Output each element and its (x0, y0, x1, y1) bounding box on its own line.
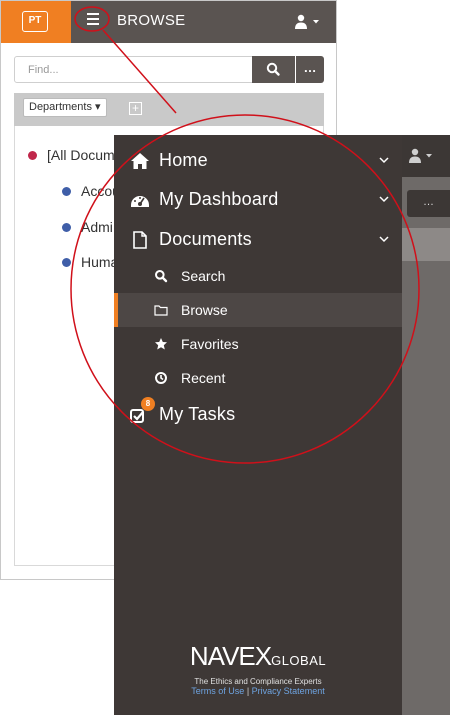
nav-subitem-favorites[interactable]: Favorites (114, 327, 402, 361)
nav-label: My Dashboard (159, 189, 279, 209)
nav-item-documents[interactable]: Documents (114, 220, 402, 260)
nav-item-my-tasks[interactable]: 8 My Tasks (114, 395, 402, 435)
menu-icon[interactable] (87, 13, 101, 27)
tree-dot (62, 223, 71, 232)
nav-label: Home (159, 150, 208, 170)
departments-dropdown[interactable]: Departments ▾ (23, 98, 107, 117)
logo-area[interactable]: PT (1, 1, 71, 43)
nav-subitem-recent[interactable]: Recent (114, 361, 402, 395)
folder-icon (154, 305, 168, 316)
brand-tagline: The Ethics and Compliance Experts (194, 677, 322, 686)
department-toolbar: Departments ▾ + (14, 93, 324, 126)
top-bar: PT BROWSE (1, 1, 336, 43)
search-input[interactable] (14, 56, 253, 83)
terms-link[interactable]: Terms of Use (191, 686, 244, 696)
nav-subitem-browse[interactable]: Browse (114, 293, 402, 327)
nav-subitem-search[interactable]: Search (114, 259, 402, 293)
nav-label: My Tasks (159, 404, 236, 424)
search-icon (155, 270, 168, 283)
brand-small: GLOBAL (271, 653, 327, 668)
document-icon (133, 231, 147, 249)
footer-separator: | (246, 686, 250, 696)
nav-label: Documents (159, 229, 252, 249)
nav-item-home[interactable]: Home (114, 141, 402, 181)
user-menu-icon[interactable] (293, 13, 323, 31)
nav-sublabel: Recent (181, 370, 226, 386)
more-options-button[interactable]: … (407, 190, 450, 217)
star-icon (155, 338, 167, 350)
tree-dot-root (28, 151, 37, 160)
privacy-link[interactable]: Privacy Statement (252, 686, 325, 696)
toolbar-strip (402, 228, 450, 261)
tasks-count-badge: 8 (141, 397, 155, 411)
brand-main: NAVEX (189, 641, 272, 671)
add-department-button[interactable]: + (129, 102, 142, 115)
chevron-down-icon (379, 236, 389, 243)
chevron-down-icon (379, 196, 389, 203)
tree-item[interactable]: Admi (81, 219, 113, 235)
nav-sublabel: Search (181, 268, 226, 284)
page-title: BROWSE (117, 12, 186, 29)
tree-item-all[interactable]: [All Docum (47, 147, 115, 163)
clock-icon (155, 372, 167, 384)
navigation-drawer: Home My Dashboard Documents Search Brows… (114, 135, 402, 715)
app-logo: PT (22, 11, 48, 32)
nav-sublabel: Favorites (181, 336, 239, 352)
nav-item-dashboard[interactable]: My Dashboard (114, 180, 402, 220)
user-menu-icon[interactable] (407, 147, 437, 165)
tree-item[interactable]: Huma (81, 254, 118, 270)
more-options-button[interactable]: … (296, 56, 324, 83)
search-button[interactable] (252, 56, 295, 83)
home-icon (131, 153, 149, 169)
screenshot-root: PT BROWSE … Departments ▾ + [All Docum (0, 0, 450, 715)
search-icon (266, 62, 280, 76)
dashboard-icon (131, 196, 149, 207)
chevron-down-icon (379, 157, 389, 164)
tree-dot (62, 258, 71, 267)
navex-logo: NAVEXGLOBAL The Ethics and Compliance Ex… (114, 643, 402, 686)
tree-dot (62, 187, 71, 196)
footer-links: Terms of Use | Privacy Statement (114, 686, 402, 696)
nav-sublabel: Browse (181, 302, 228, 318)
